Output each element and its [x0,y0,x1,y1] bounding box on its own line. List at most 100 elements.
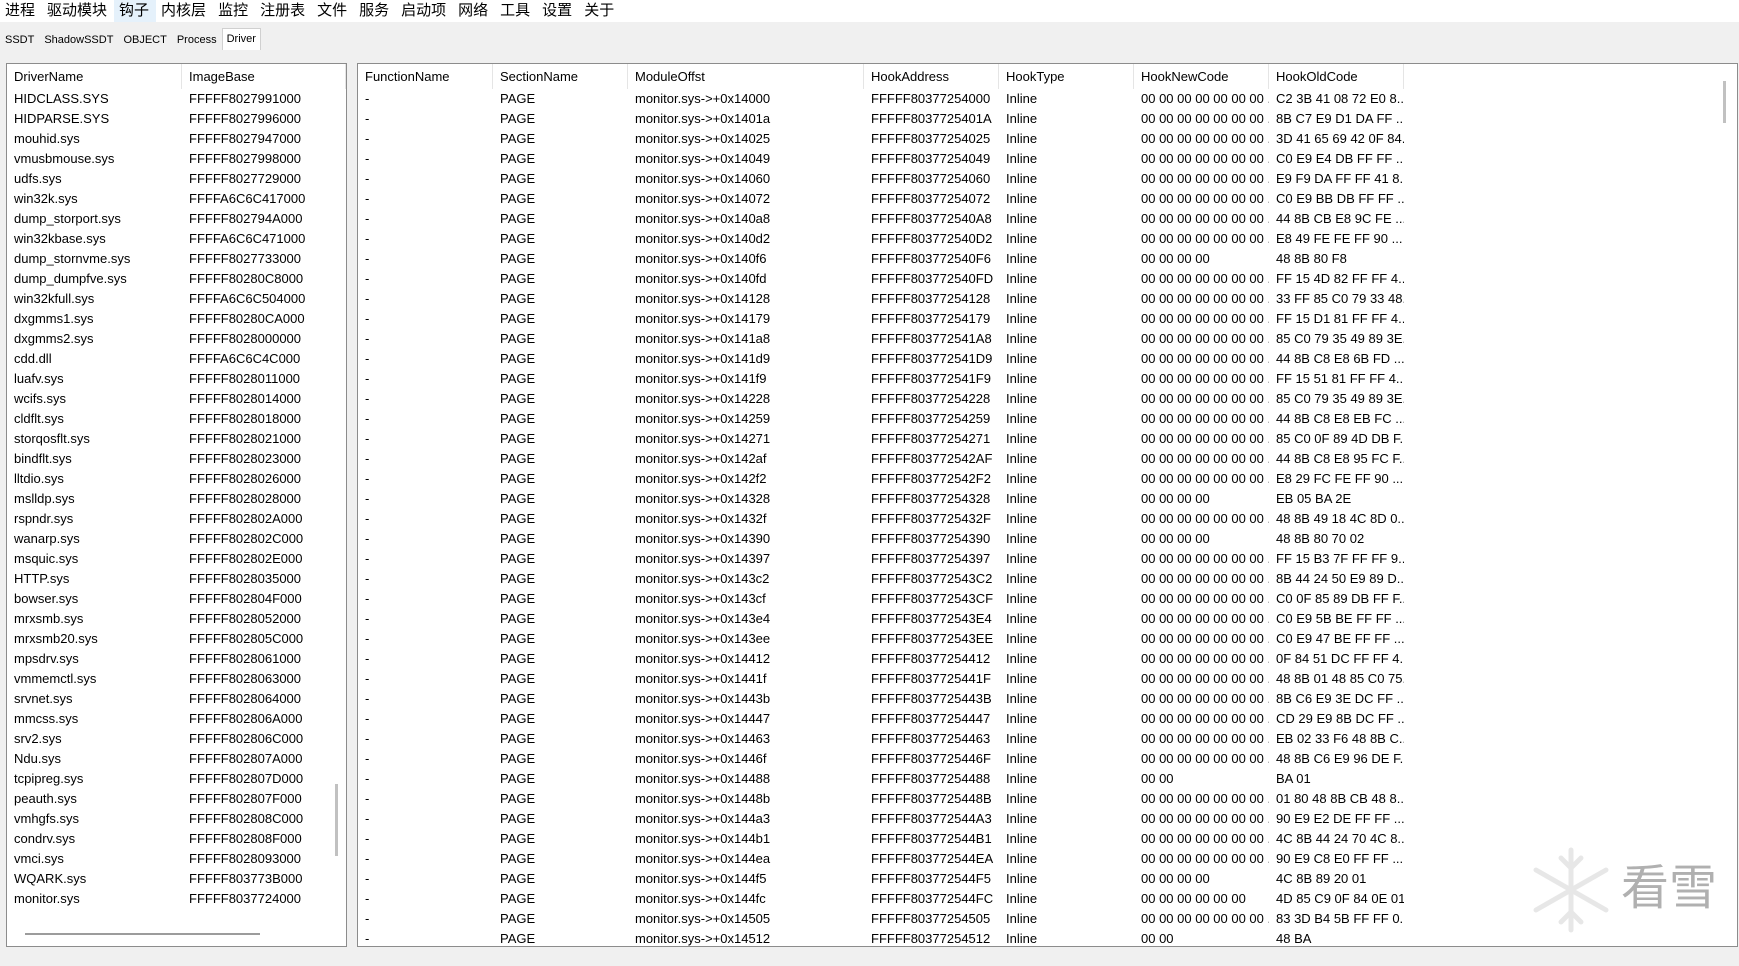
menu-item-6[interactable]: 文件 [312,0,354,22]
hook-row[interactable]: - PAGE monitor.sys->+0x14128 FFFFF803772541… [358,289,1404,309]
driver-row[interactable]: lltdio.sys FFFFF8028026000 [7,469,346,489]
hook-row[interactable]: - PAGE monitor.sys->+0x14179 FFFFF803772541… [358,309,1404,329]
hook-row[interactable]: - PAGE monitor.sys->+0x1443b FFFFF803772544… [358,689,1404,709]
column-header-sectionname[interactable]: SectionName [493,64,628,89]
hook-row[interactable]: - PAGE monitor.sys->+0x141f9 FFFFF803772541… [358,369,1404,389]
driver-row[interactable]: storqosflt.sys FFFFF8028021000 [7,429,346,449]
driver-row[interactable]: dump_stornvme.sys FFFFF8027733000 [7,249,346,269]
hook-row[interactable]: - PAGE monitor.sys->+0x14072 FFFFF803772540… [358,189,1404,209]
menu-item-4[interactable]: 监控 [213,0,255,22]
driver-row[interactable]: cldflt.sys FFFFF8028018000 [7,409,346,429]
column-header-hookaddress[interactable]: HookAddress [864,64,999,89]
hook-row[interactable]: - PAGE monitor.sys->+0x14228 FFFFF803772542… [358,389,1404,409]
driver-row[interactable]: win32kbase.sys FFFFA6C6C471000 [7,229,346,249]
hook-row[interactable]: - PAGE monitor.sys->+0x1448b FFFFF803772544… [358,789,1404,809]
driver-row[interactable]: cdd.dll FFFFA6C6C4C000 [7,349,346,369]
hook-row[interactable]: - PAGE monitor.sys->+0x143cf FFFFF803772543… [358,589,1404,609]
column-header-hooktype[interactable]: HookType [999,64,1134,89]
hook-row[interactable]: - PAGE monitor.sys->+0x14049 FFFFF803772540… [358,149,1404,169]
hook-row[interactable]: - PAGE monitor.sys->+0x14271 FFFFF803772542… [358,429,1404,449]
driver-row[interactable]: mslldp.sys FFFFF8028028000 [7,489,346,509]
column-header-drivername[interactable]: DriverName [7,64,182,89]
menu-item-11[interactable]: 设置 [537,0,579,22]
driver-row[interactable]: udfs.sys FFFFF8027729000 [7,169,346,189]
column-header-functionname[interactable]: FunctionName [358,64,493,89]
hook-row[interactable]: - PAGE monitor.sys->+0x14025 FFFFF803772540… [358,129,1404,149]
driver-row[interactable]: dump_dumpfve.sys FFFFF80280C8000 [7,269,346,289]
driver-row[interactable]: msquic.sys FFFFF802802E000 [7,549,346,569]
hook-row[interactable]: - PAGE monitor.sys->+0x14060 FFFFF803772540… [358,169,1404,189]
driver-row[interactable]: win32k.sys FFFFA6C6C417000 [7,189,346,209]
menu-item-5[interactable]: 注册表 [255,0,312,22]
driver-row[interactable]: bindflt.sys FFFFF8028023000 [7,449,346,469]
hook-row[interactable]: - PAGE monitor.sys->+0x14397 FFFFF803772543… [358,549,1404,569]
hook-row[interactable]: - PAGE monitor.sys->+0x144b1 FFFFF803772544… [358,829,1404,849]
driver-row[interactable]: monitor.sys FFFFF8037724000 [7,889,346,909]
column-header-moduleoffst[interactable]: ModuleOffst [628,64,864,89]
tab-process[interactable]: Process [172,30,222,50]
driver-row[interactable]: peauth.sys FFFFF802807F000 [7,789,346,809]
driver-row[interactable]: HTTP.sys FFFFF8028035000 [7,569,346,589]
hook-row[interactable]: - PAGE monitor.sys->+0x140fd FFFFF803772540… [358,269,1404,289]
driver-row[interactable]: win32kfull.sys FFFFA6C6C504000 [7,289,346,309]
hook-row[interactable]: - PAGE monitor.sys->+0x143e4 FFFFF803772543… [358,609,1404,629]
hook-row[interactable]: - PAGE monitor.sys->+0x144a3 FFFFF803772544… [358,809,1404,829]
driver-row[interactable]: vmmemctl.sys FFFFF8028063000 [7,669,346,689]
menu-item-10[interactable]: 工具 [495,0,537,22]
hook-row[interactable]: - PAGE monitor.sys->+0x14488 FFFFF803772544… [358,769,1404,789]
hook-row[interactable]: - PAGE monitor.sys->+0x140a8 FFFFF803772540… [358,209,1404,229]
driver-row[interactable]: condrv.sys FFFFF802808F000 [7,829,346,849]
driver-row[interactable]: dump_storport.sys FFFFF802794A000 [7,209,346,229]
hook-row[interactable]: - PAGE monitor.sys->+0x141a8 FFFFF803772541… [358,329,1404,349]
driver-row[interactable]: dxgmms2.sys FFFFF8028000000 [7,329,346,349]
tab-object[interactable]: OBJECT [118,30,171,50]
hook-vertical-scrollbar[interactable] [1723,81,1726,123]
hook-row[interactable]: - PAGE monitor.sys->+0x14412 FFFFF803772544… [358,649,1404,669]
driver-row[interactable]: tcpipreg.sys FFFFF802807D000 [7,769,346,789]
hook-row[interactable]: - PAGE monitor.sys->+0x1432f FFFFF803772543… [358,509,1404,529]
driver-row[interactable]: HIDCLASS.SYS FFFFF8027991000 [7,89,346,109]
driver-row[interactable]: srv2.sys FFFFF802806C000 [7,729,346,749]
driver-row[interactable]: dxgmms1.sys FFFFF80280CA000 [7,309,346,329]
menu-item-2[interactable]: 钩子 [114,0,157,22]
hook-row[interactable]: - PAGE monitor.sys->+0x1441f FFFFF803772544… [358,669,1404,689]
column-header-hookoldcode[interactable]: HookOldCode [1269,64,1404,89]
hook-row[interactable]: - PAGE monitor.sys->+0x14447 FFFFF803772544… [358,709,1404,729]
menu-item-8[interactable]: 启动项 [396,0,453,22]
hook-row[interactable]: - PAGE monitor.sys->+0x14512 FFFFF803772545… [358,929,1404,946]
hook-row[interactable]: - PAGE monitor.sys->+0x14505 FFFFF803772545… [358,909,1404,929]
driver-row[interactable]: wanarp.sys FFFFF802802C000 [7,529,346,549]
hook-row[interactable]: - PAGE monitor.sys->+0x1446f FFFFF803772544… [358,749,1404,769]
driver-row[interactable]: mmcss.sys FFFFF802806A000 [7,709,346,729]
hook-row[interactable]: - PAGE monitor.sys->+0x14328 FFFFF803772543… [358,489,1404,509]
driver-row[interactable]: mpsdrv.sys FFFFF8028061000 [7,649,346,669]
hook-row[interactable]: - PAGE monitor.sys->+0x14259 FFFFF803772542… [358,409,1404,429]
hook-row[interactable]: - PAGE monitor.sys->+0x144ea FFFFF803772544… [358,849,1404,869]
driver-row[interactable]: Ndu.sys FFFFF802807A000 [7,749,346,769]
menu-item-1[interactable]: 驱动模块 [42,0,114,22]
driver-vertical-scrollbar[interactable] [335,784,338,856]
hook-row[interactable]: - PAGE monitor.sys->+0x14463 FFFFF803772544… [358,729,1404,749]
driver-row[interactable]: wcifs.sys FFFFF8028014000 [7,389,346,409]
driver-row[interactable]: vmci.sys FFFFF8028093000 [7,849,346,869]
driver-row[interactable]: WQARK.sys FFFFF803773B000 [7,869,346,889]
menu-item-3[interactable]: 内核层 [156,0,213,22]
menu-item-7[interactable]: 服务 [354,0,396,22]
column-header-hooknewcode[interactable]: HookNewCode [1134,64,1269,89]
hook-row[interactable]: - PAGE monitor.sys->+0x144f5 FFFFF803772544… [358,869,1404,889]
driver-row[interactable]: mrxsmb.sys FFFFF8028052000 [7,609,346,629]
driver-row[interactable]: srvnet.sys FFFFF8028064000 [7,689,346,709]
tab-ssdt[interactable]: SSDT [0,30,39,50]
driver-row[interactable]: rspndr.sys FFFFF802802A000 [7,509,346,529]
tab-driver[interactable]: Driver [221,28,261,50]
hook-row[interactable]: - PAGE monitor.sys->+0x142f2 FFFFF803772542… [358,469,1404,489]
menu-item-0[interactable]: 进程 [0,0,42,22]
hook-row[interactable]: - PAGE monitor.sys->+0x1401a FFFFF803772540… [358,109,1404,129]
driver-row[interactable]: mrxsmb20.sys FFFFF802805C000 [7,629,346,649]
driver-row[interactable]: bowser.sys FFFFF802804F000 [7,589,346,609]
driver-row[interactable]: vmhgfs.sys FFFFF802808C000 [7,809,346,829]
driver-row[interactable]: vmusbmouse.sys FFFFF8027998000 [7,149,346,169]
hook-row[interactable]: - PAGE monitor.sys->+0x140f6 FFFFF803772540… [358,249,1404,269]
menu-item-9[interactable]: 网络 [453,0,495,22]
hook-row[interactable]: - PAGE monitor.sys->+0x143c2 FFFFF803772543… [358,569,1404,589]
